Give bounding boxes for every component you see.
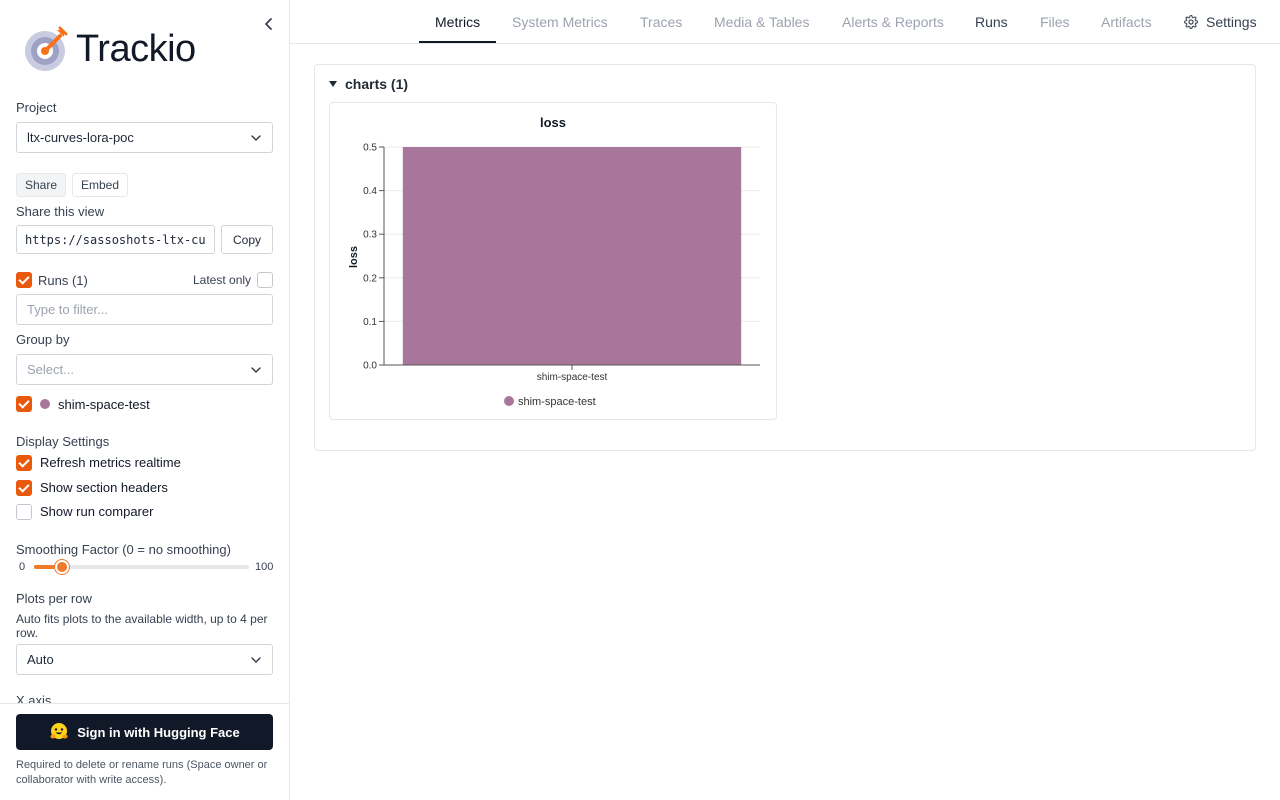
group-by-placeholder: Select... [27, 362, 74, 377]
caret-down-icon [329, 81, 337, 87]
chart-bar [402, 147, 742, 365]
top-navigation: Metrics System Metrics Traces Media & Ta… [290, 0, 1280, 44]
target-logo-icon [25, 26, 68, 71]
y-axis-label: loss [348, 246, 360, 268]
hugging-face-icon [50, 723, 68, 739]
share-button[interactable]: Share [16, 173, 66, 197]
section-headers-label: Show section headers [40, 480, 168, 495]
chart-bars [402, 147, 742, 365]
plots-per-row-select[interactable]: Auto [16, 644, 273, 675]
legend-label: shim-space-test [518, 396, 596, 408]
smoothing-label: Smoothing Factor (0 = no smoothing) [16, 542, 231, 557]
tab-system-metrics[interactable]: System Metrics [512, 0, 608, 44]
run-comparer-label: Show run comparer [40, 504, 154, 519]
latest-only-label: Latest only [193, 273, 252, 287]
charts-section-header[interactable]: charts (1) [329, 76, 408, 92]
project-label: Project [16, 100, 57, 115]
embed-button[interactable]: Embed [72, 173, 128, 197]
section-headers-checkbox[interactable] [16, 480, 32, 496]
refresh-realtime-checkbox[interactable] [16, 455, 32, 471]
legend-swatch [504, 396, 514, 406]
runs-label: Runs (1) [38, 273, 88, 288]
runs-select-all-checkbox[interactable] [16, 272, 32, 288]
share-url-field[interactable]: https://sassoshots-ltx-cu [16, 225, 215, 254]
plots-per-row-label: Plots per row [16, 591, 92, 606]
group-by-select[interactable]: Select... [16, 354, 273, 385]
tab-files[interactable]: Files [1040, 0, 1070, 44]
x-tick-label: shim-space-test [537, 372, 608, 383]
sidebar-scroll-area[interactable]: Trackio Project ltx-curves-lora-poc Shar… [0, 0, 289, 703]
smoothing-slider-thumb[interactable] [54, 560, 69, 574]
plots-per-row-value: Auto [27, 652, 54, 667]
active-tab-indicator [419, 41, 496, 43]
loss-chart: loss 0.0 0.1 0.2 0.3 0.4 0.5 shim-space-test l… [348, 115, 760, 408]
charts-section-title: charts (1) [345, 76, 409, 92]
run-checkbox[interactable] [16, 396, 32, 412]
tab-settings-label: Settings [1206, 14, 1257, 30]
chevron-down-icon [251, 134, 261, 141]
group-by-label: Group by [16, 332, 70, 347]
y-tick-label: 0.1 [363, 317, 377, 328]
chart-title: loss [540, 115, 566, 130]
tab-artifacts[interactable]: Artifacts [1101, 0, 1152, 44]
chevron-down-icon [251, 366, 261, 373]
tab-metrics[interactable]: Metrics [435, 0, 480, 44]
sign-in-label: Sign in with Hugging Face [77, 724, 240, 740]
latest-only-checkbox[interactable] [257, 272, 273, 288]
plots-per-row-help: Auto fits plots to the available width, … [16, 612, 268, 640]
run-filter-input[interactable]: Type to filter... [16, 294, 273, 325]
copy-button[interactable]: Copy [221, 225, 273, 254]
chevron-down-icon [251, 656, 261, 663]
loss-chart-card[interactable]: loss 0.0 0.1 0.2 0.3 0.4 0.5 shim-space-test l… [329, 102, 777, 420]
chart-legend: shim-space-test [504, 396, 596, 408]
run-name: shim-space-test [58, 397, 150, 412]
y-tick-label: 0.0 [363, 361, 377, 372]
tab-traces[interactable]: Traces [640, 0, 682, 44]
gear-icon [1184, 15, 1198, 29]
charts-section: charts (1) loss 0.0 0.1 0.2 0.3 0.4 0.5 shim-s… [314, 64, 1256, 451]
y-tick-label: 0.5 [363, 143, 377, 154]
app-name: Trackio [76, 27, 196, 70]
smoothing-min-label: 0 [19, 561, 26, 573]
chevron-left-icon[interactable] [261, 16, 277, 32]
y-tick-label: 0.2 [363, 273, 377, 284]
run-comparer-checkbox[interactable] [16, 504, 32, 520]
display-settings-label: Display Settings [16, 434, 110, 449]
y-tick-label: 0.3 [363, 230, 377, 241]
sidebar-footer: Sign in with Hugging Face Required to de… [0, 703, 289, 800]
tab-runs[interactable]: Runs [975, 0, 1008, 44]
sign-in-hugging-face-button[interactable]: Sign in with Hugging Face [16, 714, 273, 750]
share-view-label: Share this view [16, 204, 105, 219]
refresh-realtime-label: Refresh metrics realtime [40, 455, 181, 470]
tab-media-tables[interactable]: Media & Tables [714, 0, 809, 44]
x-axis-label: X axis [16, 693, 52, 703]
app-logo: Trackio [24, 26, 214, 72]
sign-in-note: Required to delete or rename runs (Space… [16, 759, 268, 786]
y-tick-label: 0.4 [363, 186, 377, 197]
tab-settings[interactable]: Settings [1184, 0, 1257, 44]
project-select[interactable]: ltx-curves-lora-poc [16, 122, 273, 153]
tab-alerts-reports[interactable]: Alerts & Reports [842, 0, 944, 44]
project-select-value: ltx-curves-lora-poc [27, 130, 134, 145]
sidebar: Trackio Project ltx-curves-lora-poc Shar… [0, 0, 290, 800]
run-color-dot [40, 399, 50, 409]
run-filter-placeholder: Type to filter... [27, 302, 108, 317]
smoothing-max-label: 100 [255, 561, 274, 573]
